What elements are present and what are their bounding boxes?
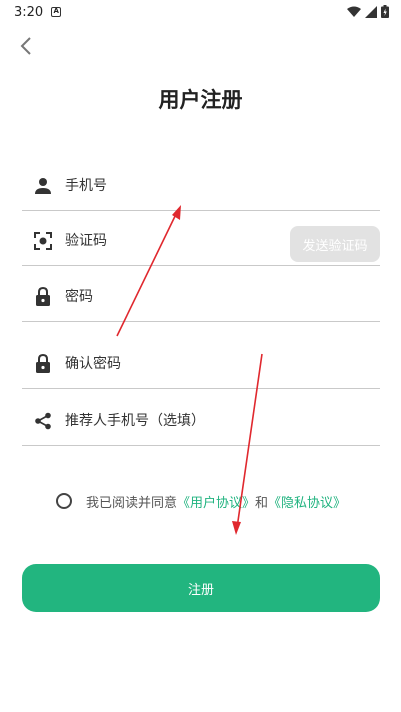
user-agreement-link[interactable]: 《用户协议》 — [177, 492, 255, 511]
focus-icon — [32, 230, 54, 252]
status-icons — [347, 5, 389, 18]
send-code-button[interactable]: 发送验证码 — [290, 226, 380, 262]
notification-icon: A — [51, 7, 62, 17]
status-time: 3:20 — [14, 4, 44, 20]
confirm-password-input[interactable] — [65, 339, 380, 388]
referrer-field[interactable] — [22, 396, 380, 446]
signal-icon — [365, 5, 377, 18]
person-icon — [32, 175, 54, 197]
battery-icon — [381, 5, 389, 18]
phone-input[interactable] — [65, 161, 380, 210]
register-button[interactable]: 注册 — [22, 564, 380, 612]
back-button[interactable] — [12, 32, 40, 60]
page-title: 用户注册 — [158, 88, 243, 112]
referrer-input[interactable] — [65, 396, 380, 445]
agreement-joiner: 和 — [255, 495, 269, 511]
agreement-prefix: 我已阅读并同意 — [86, 495, 178, 511]
agree-radio[interactable] — [56, 493, 72, 509]
password-input[interactable] — [65, 272, 380, 321]
confirm-password-field[interactable] — [22, 339, 380, 389]
lock-icon — [32, 353, 54, 375]
phone-field[interactable] — [22, 161, 380, 211]
agreement-row: 我已阅读并同意 《用户协议》 和 《隐私协议》 — [56, 490, 346, 512]
share-icon — [32, 410, 54, 432]
password-field[interactable] — [22, 272, 380, 322]
wifi-icon — [347, 6, 361, 17]
lock-icon — [32, 286, 54, 308]
status-bar: 3:20 A — [0, 0, 401, 24]
annotation-arrowhead-down — [232, 521, 241, 535]
code-field[interactable]: 发送验证码 — [22, 216, 380, 266]
chevron-left-icon — [20, 37, 31, 55]
privacy-agreement-link[interactable]: 《隐私协议》 — [268, 492, 346, 511]
